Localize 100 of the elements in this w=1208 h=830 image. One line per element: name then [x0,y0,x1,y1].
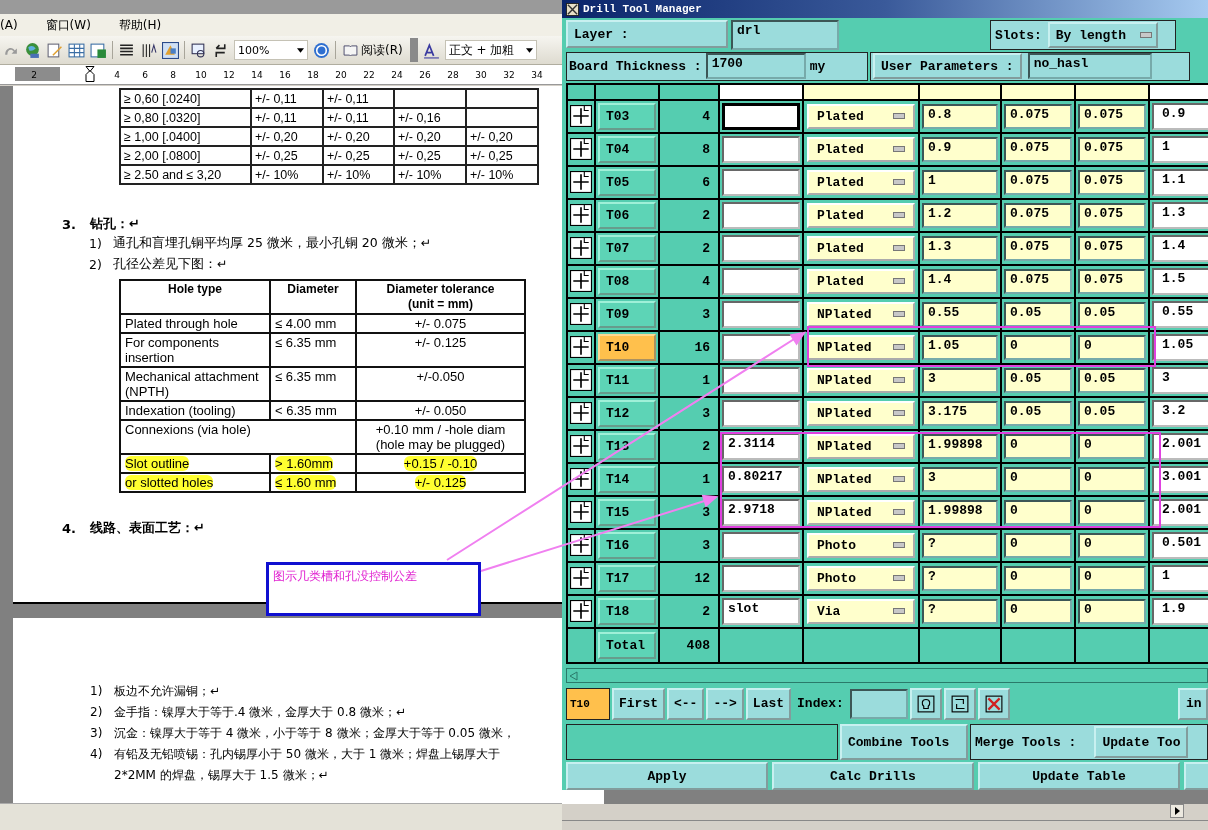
toolbar-grip[interactable] [409,38,418,62]
type-dropdown[interactable]: Plated [807,202,915,228]
text-direction-icon[interactable] [140,41,157,59]
type-dropdown[interactable]: NPlated [807,466,915,492]
combine-tools-button[interactable]: Combine Tools [840,724,968,760]
nav-button[interactable]: <-- [667,687,705,720]
value-field[interactable]: 1.3 [1152,201,1208,229]
type-dropdown[interactable]: NPlated [807,334,915,360]
value-field[interactable]: 0 [1078,466,1146,492]
value-field[interactable]: 1 [1152,135,1208,163]
type-dropdown[interactable]: NPlated [807,301,915,327]
pencil-icon[interactable] [46,41,63,59]
value-field[interactable]: 3 [1152,366,1208,394]
value-field[interactable]: 0.05 [1078,301,1146,327]
plus-button[interactable] [570,171,592,194]
value-field[interactable]: 0 [1004,532,1072,558]
action-button[interactable]: Calc Drills [772,762,974,790]
tool-button[interactable]: T17 [598,564,656,592]
tool-button[interactable]: T04 [598,135,656,163]
value-field[interactable]: 0.55 [922,301,998,327]
value-field[interactable]: 1.1 [1152,168,1208,196]
tool-button[interactable]: T06 [598,201,656,229]
indent-marker-icon[interactable] [85,66,95,83]
plus-button[interactable] [570,204,592,227]
index-field[interactable] [849,688,908,719]
plus-button[interactable] [570,336,592,359]
comment-field[interactable] [722,234,800,262]
update-tools-button[interactable]: Update Too [1094,726,1189,758]
menu-item[interactable]: (A) [0,18,18,32]
value-field[interactable]: 1.99898 [922,499,998,525]
value-field[interactable]: 0.075 [1078,268,1146,294]
value-field[interactable]: 1.05 [1152,333,1208,361]
value-field[interactable]: 0 [1004,499,1072,525]
columns-icon[interactable] [118,41,135,59]
value-field[interactable]: 0 [1078,499,1146,525]
plus-button[interactable] [570,270,592,293]
value-field[interactable]: 0 [1078,598,1146,624]
tool-button[interactable]: T11 [598,366,656,394]
help-icon[interactable] [313,41,330,59]
value-field[interactable]: 0 [1078,565,1146,591]
value-field[interactable]: 0.05 [1004,367,1072,393]
value-field[interactable]: ? [922,598,998,624]
plus-button[interactable] [570,369,592,392]
tool-button[interactable]: T09 [598,300,656,328]
style-icon[interactable] [422,41,440,59]
value-field[interactable]: 1 [1152,564,1208,592]
layer-field[interactable]: drl [731,20,839,50]
type-dropdown[interactable]: Via [807,598,915,624]
bulb-button[interactable] [909,687,942,720]
plus-button[interactable] [570,303,592,326]
comment-field[interactable] [722,333,800,361]
menu-item[interactable]: 窗口(W) [45,16,91,34]
value-field[interactable]: 0.05 [1004,400,1072,426]
value-field[interactable]: 3.175 [922,400,998,426]
value-field[interactable]: 3 [922,367,998,393]
tool-button[interactable]: T03 [598,102,656,130]
value-field[interactable]: 0.55 [1152,300,1208,328]
value-field[interactable]: 1.99898 [922,433,998,459]
value-field[interactable]: 2.001 [1152,498,1208,526]
value-field[interactable]: 0 [1004,433,1072,459]
value-field[interactable]: 0.05 [1004,301,1072,327]
value-field[interactable]: 0.075 [1078,202,1146,228]
plus-button[interactable] [570,237,592,260]
value-field[interactable]: 1.4 [1152,234,1208,262]
value-field[interactable]: 0 [1004,334,1072,360]
value-field[interactable]: 0 [1004,466,1072,492]
thickness-field[interactable]: 1700 [705,53,806,80]
tool-button[interactable]: T05 [598,168,656,196]
value-field[interactable]: 0.075 [1078,169,1146,195]
comment-field[interactable] [722,168,800,196]
action-button[interactable]: Update Table [978,762,1180,790]
value-field[interactable]: 0.075 [1004,169,1072,195]
swap-button[interactable] [943,687,976,720]
comment-field[interactable] [722,300,800,328]
value-field[interactable]: 0 [1078,532,1146,558]
action-button[interactable]: Apply [566,762,768,790]
value-field[interactable]: 0 [1004,598,1072,624]
value-field[interactable]: 1.05 [922,334,998,360]
plus-button[interactable] [570,105,592,128]
value-field[interactable]: 0.075 [1004,268,1072,294]
nav-button[interactable]: Last [745,687,792,720]
plus-button[interactable] [570,501,592,524]
value-field[interactable]: 1.3 [922,235,998,261]
value-field[interactable]: 2.001 [1152,432,1208,460]
tool-button[interactable]: T08 [598,267,656,295]
value-field[interactable]: 1.4 [922,268,998,294]
arrows-icon[interactable] [212,41,229,59]
comment-field[interactable]: 2.3114 [722,432,800,460]
comment-field[interactable] [722,366,800,394]
value-field[interactable]: 3 [922,466,998,492]
tool-button[interactable]: T14 [598,465,656,493]
scrollbar-track[interactable] [562,790,1208,804]
type-dropdown[interactable]: NPlated [807,499,915,525]
read-button[interactable]: 阅读(R) [341,41,405,59]
value-field[interactable]: 0.05 [1078,367,1146,393]
table-icon[interactable] [68,41,85,59]
type-dropdown[interactable]: NPlated [807,400,915,426]
comment-field[interactable]: 0.80217 [722,465,800,493]
type-dropdown[interactable]: Plated [807,235,915,261]
user-parameters-field[interactable]: no_hasl [1027,53,1152,80]
